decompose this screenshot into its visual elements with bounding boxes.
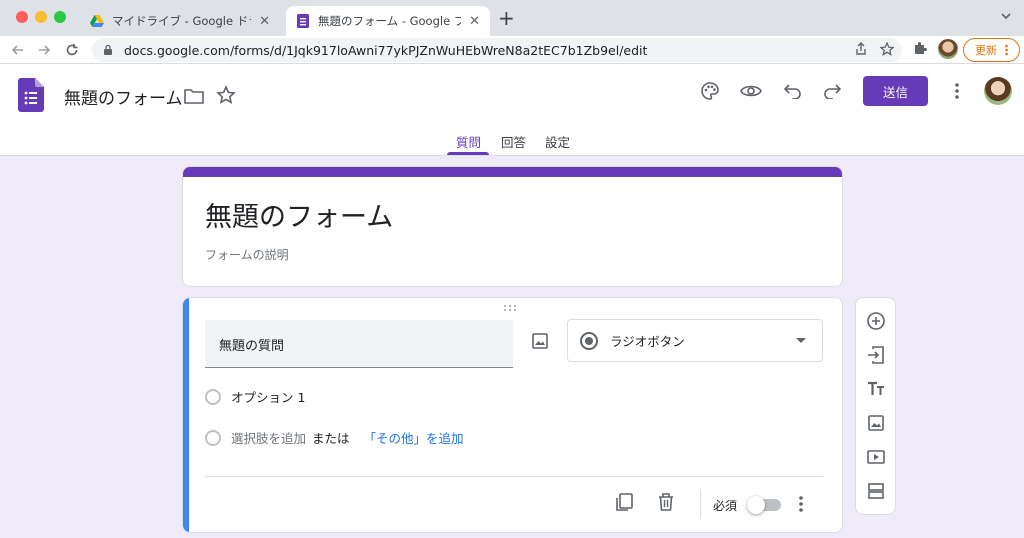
window-minimize-button[interactable] (35, 11, 47, 23)
tab-title: マイドライブ - Google ドライブ (112, 14, 251, 28)
add-other-link[interactable]: 「その他」を追加 (364, 428, 464, 447)
dropdown-caret-icon (796, 338, 806, 343)
forms-header: 無題のフォーム 送信 質問 回答 設定 (0, 64, 1024, 156)
drag-handle-icon[interactable] (503, 304, 517, 312)
new-tab-button[interactable]: + (498, 8, 515, 28)
radio-circle-icon (205, 429, 221, 446)
form-title[interactable]: 無題のフォーム (205, 195, 393, 234)
duplicate-icon[interactable] (613, 491, 635, 513)
radio-circle-icon (205, 388, 221, 405)
tab-close-icon[interactable]: ✕ (259, 14, 270, 29)
window-maximize-button[interactable] (54, 11, 66, 23)
tab-search-icon[interactable] (1000, 10, 1012, 22)
footer-separator (700, 490, 701, 518)
undo-icon[interactable] (781, 79, 805, 103)
title-card-accent-bar (183, 167, 842, 177)
delete-trash-icon[interactable] (655, 491, 677, 513)
update-label: 更新 (975, 44, 997, 57)
browser-tab-forms[interactable]: 無題のフォーム - Google フォーム ✕ (286, 6, 490, 36)
tab-responses[interactable]: 回答 (501, 132, 526, 151)
add-title-icon[interactable] (865, 378, 887, 400)
browser-tab-drive[interactable]: マイドライブ - Google ドライブ ✕ (80, 6, 280, 36)
add-question-icon[interactable] (865, 310, 887, 332)
profile-avatar[interactable] (938, 39, 958, 59)
url-field[interactable]: docs.google.com/forms/d/1Jqk917loAwni77y… (92, 38, 902, 62)
required-label: 必須 (713, 499, 738, 513)
question-type-dropdown[interactable]: ラジオボタン (567, 319, 823, 362)
tab-title: 無題のフォーム - Google フォーム (318, 14, 462, 28)
add-image-icon[interactable] (865, 412, 887, 434)
add-option-link[interactable]: 選択肢を追加 (231, 428, 306, 447)
question-more-icon[interactable] (794, 494, 808, 514)
redo-icon[interactable] (820, 79, 844, 103)
lock-icon (104, 44, 112, 55)
share-icon[interactable] (854, 42, 868, 56)
radio-button-icon (580, 331, 598, 350)
account-avatar[interactable] (984, 77, 1012, 105)
form-description-field[interactable]: フォームの説明 (205, 246, 289, 263)
doc-title[interactable]: 無題のフォーム (64, 84, 183, 109)
back-icon[interactable] (8, 40, 28, 60)
add-image-icon[interactable] (529, 330, 551, 352)
option-row[interactable]: オプション 1 (205, 387, 305, 406)
tab-questions[interactable]: 質問 (456, 132, 481, 151)
browser-tab-bar: マイドライブ - Google ドライブ ✕ 無題のフォーム - Google … (0, 0, 1024, 36)
floating-toolbar (855, 297, 896, 515)
question-card[interactable]: 無題の質問 ラジオボタン オプション 1 選択肢を追加 または 「その他」を追加… (182, 297, 843, 533)
window-close-button[interactable] (16, 11, 28, 23)
bookmark-star-icon[interactable] (880, 42, 894, 56)
form-title-card[interactable]: 無題のフォーム フォームの説明 (182, 166, 843, 287)
google-forms-icon (297, 14, 309, 28)
option-label[interactable]: オプション 1 (231, 387, 305, 406)
question-footer-divider (205, 476, 823, 477)
reload-icon[interactable] (62, 40, 82, 60)
forward-icon[interactable] (34, 40, 54, 60)
required-toggle[interactable] (747, 496, 781, 514)
extensions-puzzle-icon[interactable] (912, 40, 928, 56)
add-option-row: 選択肢を追加 または 「その他」を追加 (205, 428, 464, 447)
address-bar-row: docs.google.com/forms/d/1Jqk917loAwni77y… (0, 36, 1024, 64)
tab-close-icon[interactable]: ✕ (469, 14, 480, 29)
url-text: docs.google.com/forms/d/1Jqk917loAwni77y… (124, 42, 648, 58)
more-options-icon[interactable] (945, 79, 969, 103)
google-drive-icon (90, 15, 104, 27)
tab-settings[interactable]: 設定 (545, 132, 570, 151)
add-video-icon[interactable] (865, 446, 887, 468)
preview-eye-icon[interactable] (739, 79, 763, 103)
send-button[interactable]: 送信 (863, 76, 928, 106)
palette-icon[interactable] (698, 79, 722, 103)
update-button[interactable]: 更新 (963, 38, 1020, 62)
active-tab-indicator (447, 152, 489, 155)
more-vert-icon (1005, 44, 1008, 56)
question-active-bar (183, 298, 189, 532)
add-section-icon[interactable] (865, 480, 887, 502)
import-questions-icon[interactable] (865, 344, 887, 366)
star-icon[interactable] (214, 83, 238, 107)
google-forms-logo-icon[interactable] (18, 78, 44, 112)
question-type-label: ラジオボタン (610, 334, 685, 349)
move-to-folder-icon[interactable] (182, 84, 206, 108)
question-title-input[interactable]: 無題の質問 (205, 320, 513, 368)
or-text: または (312, 431, 350, 446)
